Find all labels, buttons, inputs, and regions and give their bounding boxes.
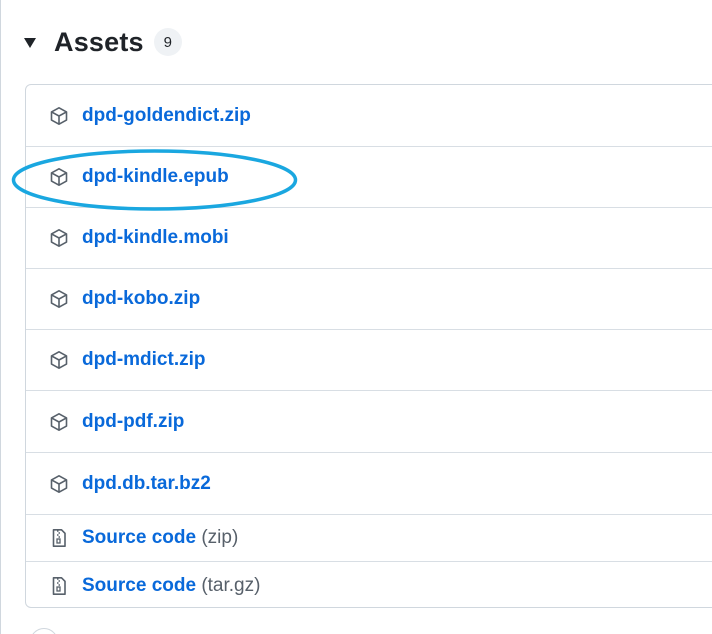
package-icon [48, 227, 70, 249]
archive-format-label: (zip) [201, 527, 239, 548]
release-assets-page: Assets 9 dpd-goldendict.zip dpd-kindle.e… [0, 0, 712, 634]
source-code-targz-link[interactable]: Source code (tar.gz) [82, 575, 260, 597]
asset-link-goldendict[interactable]: dpd-goldendict.zip [82, 105, 251, 127]
file-zip-icon [48, 575, 70, 597]
assets-title: Assets [54, 26, 144, 57]
archive-format-label: (tar.gz) [201, 574, 261, 596]
asset-row: Source code (tar.gz) [26, 562, 712, 607]
asset-row: Source code (zip) [26, 515, 712, 562]
left-border [0, 0, 1, 634]
package-icon [48, 473, 70, 495]
source-code-label: Source code [82, 574, 197, 596]
asset-row: dpd.db.tar.bz2 [26, 453, 712, 515]
asset-row: dpd-goldendict.zip [26, 85, 712, 147]
asset-link-kindle-epub[interactable]: dpd-kindle.epub [82, 166, 229, 188]
asset-row: dpd-pdf.zip [26, 391, 712, 453]
caret-down-icon[interactable] [24, 38, 36, 48]
source-code-zip-link[interactable]: Source code (zip) [82, 527, 238, 549]
package-icon [48, 411, 70, 433]
source-code-label: Source code [82, 527, 197, 548]
package-icon [48, 288, 70, 310]
reaction-button[interactable] [30, 628, 58, 634]
asset-row: dpd-kindle.epub [26, 147, 712, 208]
asset-link-db[interactable]: dpd.db.tar.bz2 [82, 473, 211, 495]
assets-header[interactable]: Assets 9 [24, 22, 182, 62]
file-zip-icon [48, 527, 70, 549]
assets-list: dpd-goldendict.zip dpd-kindle.epub dpd-k… [25, 84, 712, 608]
asset-link-kindle-mobi[interactable]: dpd-kindle.mobi [82, 227, 229, 249]
package-icon [48, 105, 70, 127]
package-icon [48, 166, 70, 188]
asset-link-kobo[interactable]: dpd-kobo.zip [82, 288, 200, 310]
asset-link-mdict[interactable]: dpd-mdict.zip [82, 349, 205, 371]
package-icon [48, 349, 70, 371]
asset-row: dpd-mdict.zip [26, 330, 712, 391]
assets-count-badge: 9 [153, 28, 182, 56]
asset-row: dpd-kobo.zip [26, 269, 712, 330]
asset-link-pdf[interactable]: dpd-pdf.zip [82, 411, 184, 433]
asset-row: dpd-kindle.mobi [26, 208, 712, 269]
